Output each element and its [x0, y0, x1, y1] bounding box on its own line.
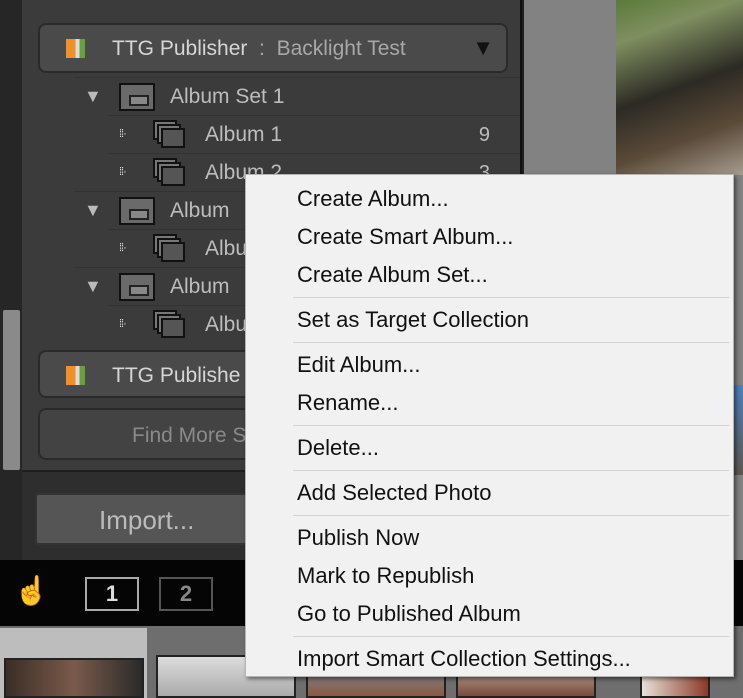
thumbnail[interactable] — [4, 658, 144, 698]
context-menu: Create Album... Create Smart Album... Crea… — [245, 174, 734, 677]
service-title: TTG Publisher : Backlight Test — [112, 37, 406, 61]
album-label: Albu — [205, 313, 248, 336]
album-set-label: Album — [170, 275, 230, 298]
album-label: Albu — [205, 237, 248, 260]
album-set-label: Album — [170, 199, 230, 222]
menu-item-create-album-set[interactable]: Create Album Set... — [246, 256, 733, 294]
drag-handle-icon: ⁞⁞· — [119, 318, 127, 330]
find-more-label: Find More S — [132, 424, 247, 447]
expand-triangle-icon[interactable]: ▼ — [84, 276, 102, 297]
ttg-publisher-icon — [66, 39, 85, 58]
album-set-icon — [119, 273, 155, 301]
menu-item-set-as-target-collection[interactable]: Set as Target Collection — [246, 301, 733, 339]
album-row[interactable]: ⁞⁞· Album 1 9 — [108, 115, 520, 153]
album-set-row[interactable]: ▼ Album Set 1 — [74, 77, 520, 115]
service-name: TTG Publishe — [112, 364, 241, 387]
drag-handle-icon: ⁞⁞· — [119, 128, 127, 140]
menu-item-import-smart-collection-settings[interactable]: Import Smart Collection Settings... — [246, 640, 733, 678]
menu-item-go-to-published-album[interactable]: Go to Published Album — [246, 595, 733, 633]
expand-triangle-icon[interactable]: ▼ — [84, 86, 102, 107]
photo-preview — [616, 0, 743, 175]
album-count: 9 — [478, 124, 490, 146]
album-set-label: Album Set 1 — [170, 85, 285, 108]
touch-hand-icon[interactable]: ☝ — [14, 574, 49, 607]
menu-item-create-album[interactable]: Create Album... — [246, 180, 733, 218]
menu-item-rename[interactable]: Rename... — [246, 384, 733, 422]
published-album-icon — [153, 120, 187, 150]
album-set-icon — [119, 83, 155, 111]
menu-separator — [293, 297, 729, 298]
ttg-publisher-icon — [66, 366, 85, 385]
menu-item-edit-album[interactable]: Edit Album... — [246, 346, 733, 384]
drag-handle-icon: ⁞⁞· — [119, 166, 127, 178]
import-button[interactable]: Import... — [35, 493, 275, 545]
screen-1-button[interactable]: 1 — [85, 577, 139, 611]
photo-preview-2 — [734, 385, 743, 475]
menu-item-create-smart-album[interactable]: Create Smart Album... — [246, 218, 733, 256]
menu-item-publish-now[interactable]: Publish Now — [246, 519, 733, 557]
drag-handle-icon: ⁞⁞· — [119, 242, 127, 254]
menu-separator — [293, 342, 729, 343]
menu-separator — [293, 425, 729, 426]
menu-separator — [293, 636, 729, 637]
published-album-icon — [153, 158, 187, 188]
published-album-icon — [153, 310, 187, 340]
publish-service-header[interactable]: TTG Publisher : Backlight Test ▼ — [38, 23, 508, 73]
menu-item-delete[interactable]: Delete... — [246, 429, 733, 467]
album-label: Album 1 — [205, 123, 283, 146]
service-account: Backlight Test — [276, 37, 406, 60]
collapse-triangle-icon[interactable]: ▼ — [472, 35, 494, 61]
menu-separator — [293, 515, 729, 516]
menu-item-mark-to-republish[interactable]: Mark to Republish — [246, 557, 733, 595]
screen-2-button[interactable]: 2 — [159, 577, 213, 611]
menu-separator — [293, 470, 729, 471]
album-set-icon — [119, 197, 155, 225]
separator: : — [259, 37, 265, 60]
expand-triangle-icon[interactable]: ▼ — [84, 200, 102, 221]
published-album-icon — [153, 234, 187, 264]
service-name: TTG Publisher — [112, 37, 248, 60]
panel-scrollbar[interactable] — [3, 310, 20, 470]
left-edge — [0, 0, 22, 560]
menu-item-add-selected-photo[interactable]: Add Selected Photo — [246, 474, 733, 512]
